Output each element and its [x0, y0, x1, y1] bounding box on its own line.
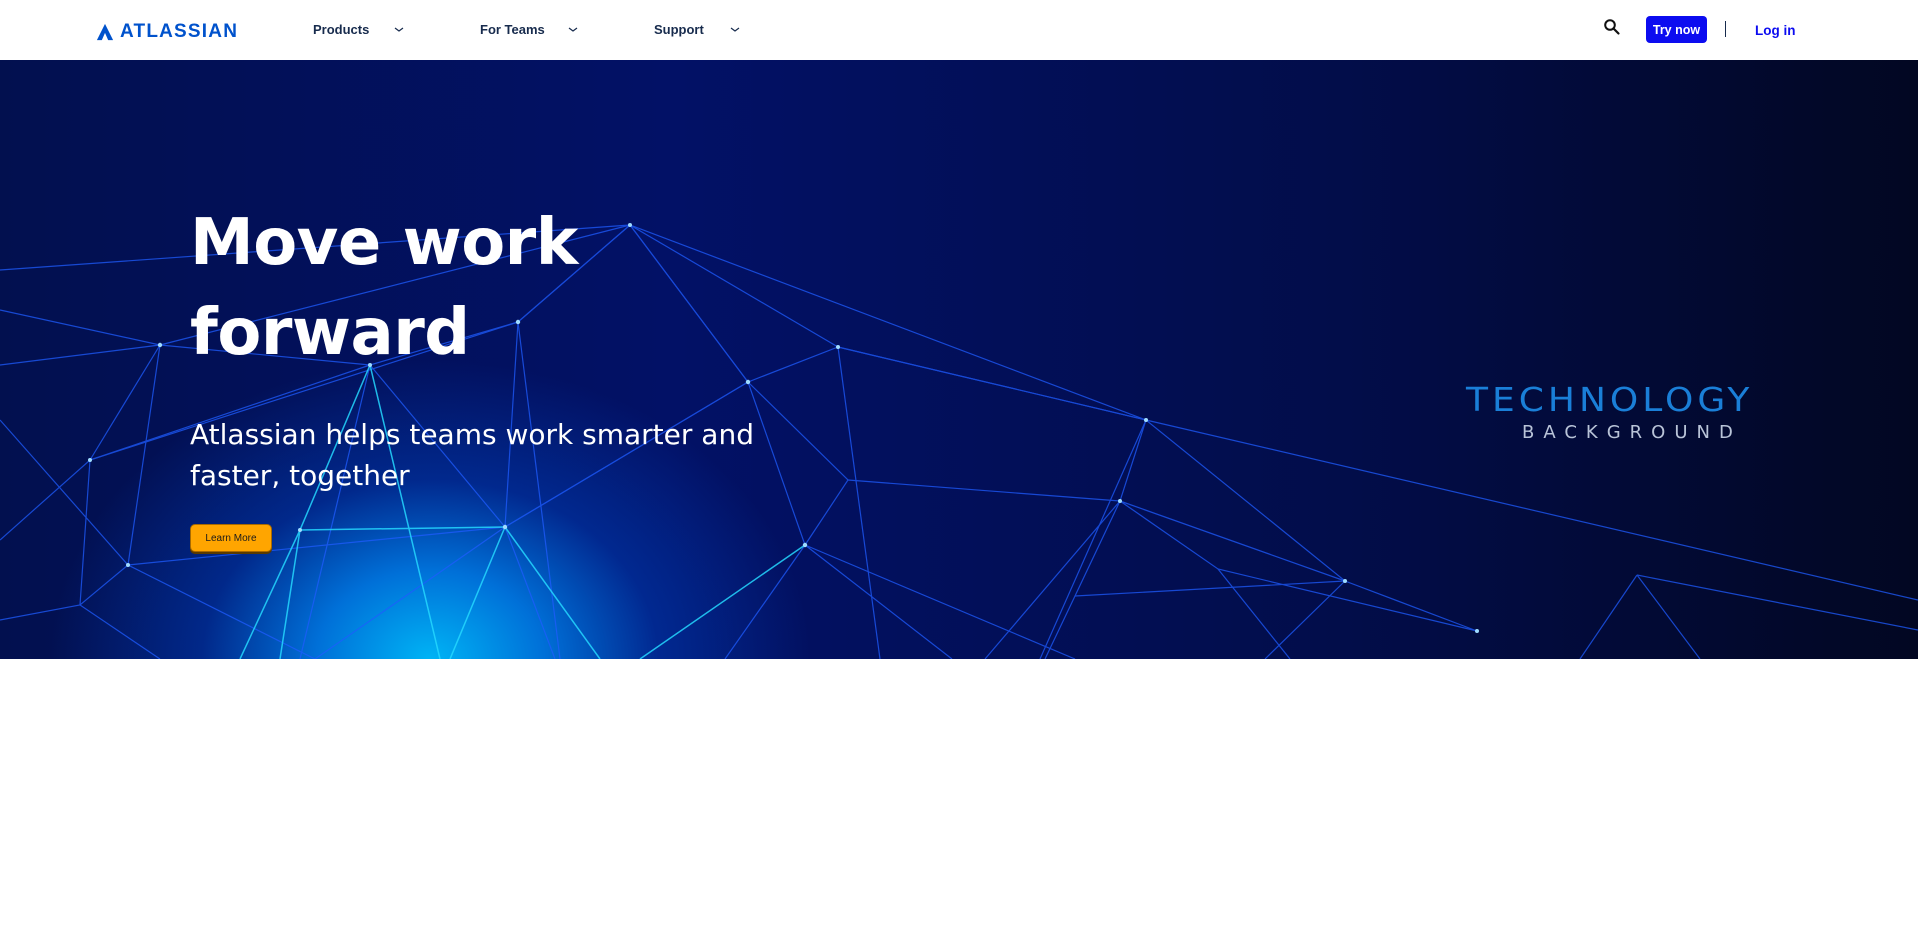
atlassian-logo[interactable]: ATLASSIAN — [96, 20, 238, 44]
hero-title-line1: Move work — [190, 206, 578, 280]
hero-subtitle: Atlassian helps teams work smarter and f… — [190, 418, 754, 492]
chevron-down-icon — [567, 24, 579, 36]
hero-banner: Move work forward Atlassian helps teams … — [0, 60, 1918, 659]
image-text-technology: TECHNOLOGY — [1466, 381, 1754, 420]
top-navigation: ATLASSIAN Products For Teams Support Try… — [0, 0, 1918, 60]
chevron-down-icon — [393, 24, 405, 36]
nav-for-teams-label: For Teams — [480, 22, 545, 37]
try-now-button[interactable]: Try now — [1646, 16, 1707, 43]
nav-support-label: Support — [654, 22, 704, 37]
nav-for-teams[interactable]: For Teams — [480, 22, 578, 37]
header-divider — [1725, 21, 1726, 37]
hero-title-line2: forward — [190, 296, 470, 370]
chevron-down-icon — [729, 24, 741, 36]
learn-more-button[interactable]: Learn More — [190, 524, 272, 552]
nav-products[interactable]: Products — [313, 22, 404, 37]
nav-support[interactable]: Support — [654, 22, 740, 37]
nav-products-label: Products — [313, 22, 370, 37]
hero-title: Move work forward — [190, 198, 750, 378]
search-button[interactable] — [1603, 18, 1623, 38]
search-icon — [1604, 19, 1620, 35]
atlassian-logo-icon — [96, 23, 114, 41]
image-text-background: BACKGROUND — [1522, 422, 1742, 443]
logo-text: ATLASSIAN — [120, 21, 239, 42]
log-in-link[interactable]: Log in — [1755, 23, 1796, 38]
